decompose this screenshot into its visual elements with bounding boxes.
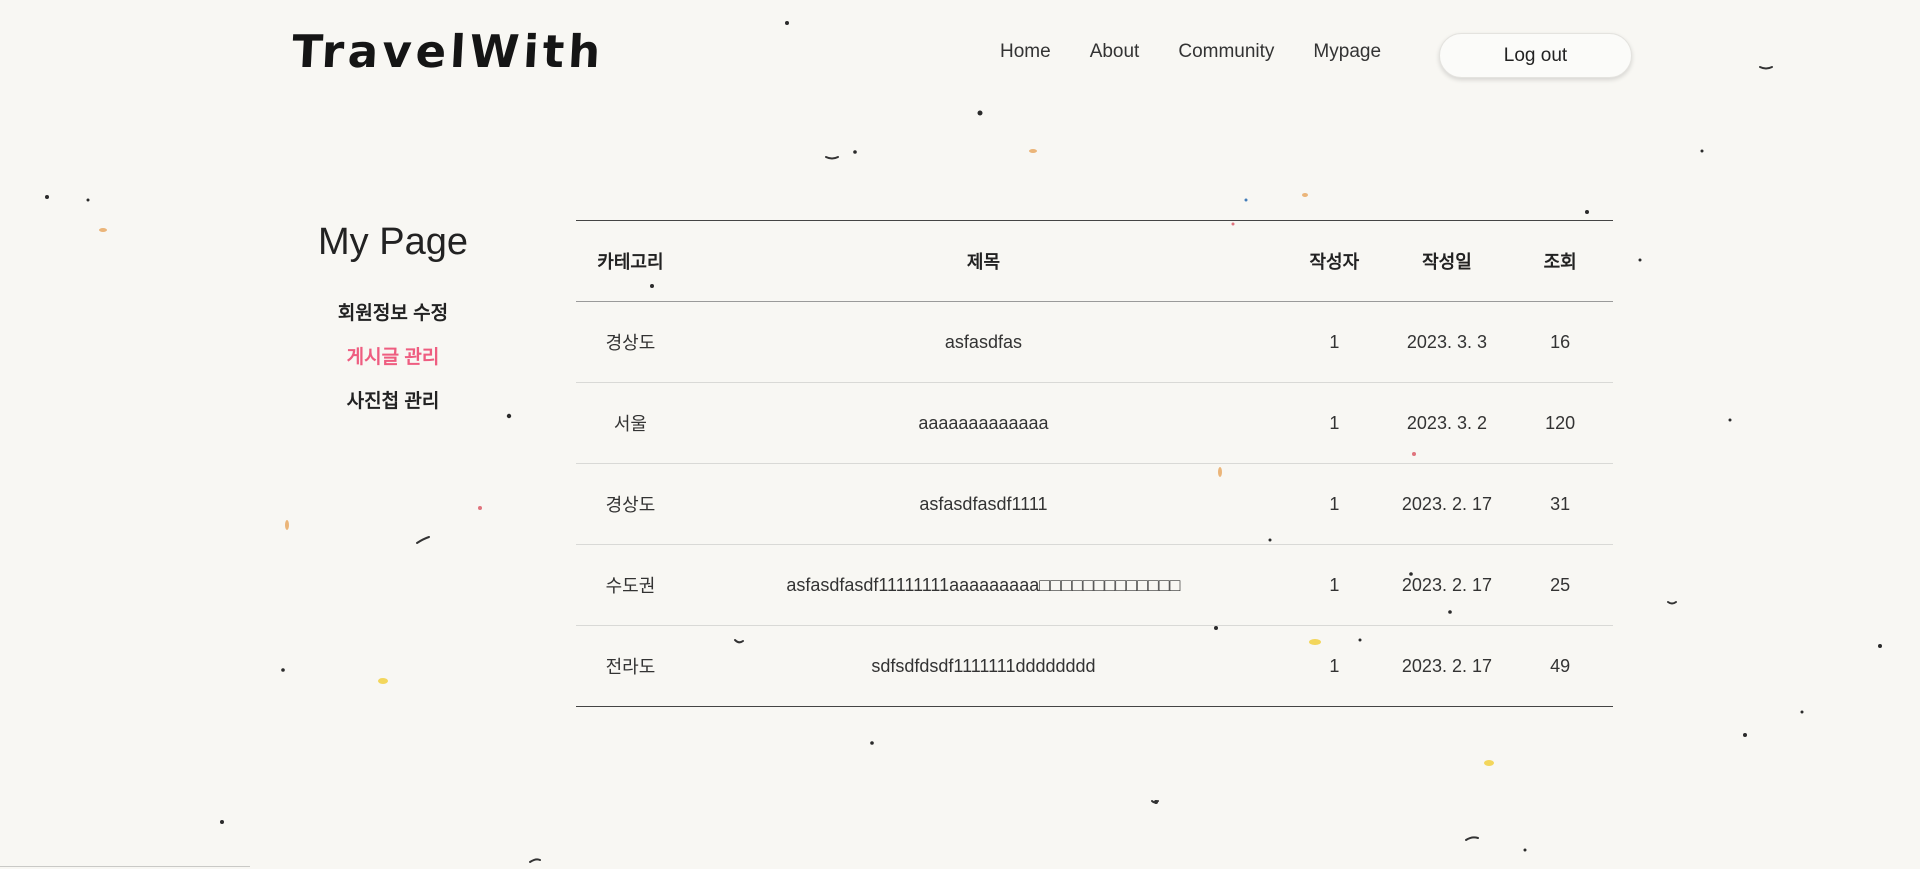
table-row[interactable]: 전라도 sdfsdfdsdf1111111dddddddd 1 2023. 2.… xyxy=(576,626,1613,707)
post-author: 1 xyxy=(1282,463,1387,545)
post-views: 31 xyxy=(1507,463,1613,545)
post-category: 전라도 xyxy=(605,657,656,677)
nav-about[interactable]: About xyxy=(1090,32,1140,72)
column-header-date: 작성일 xyxy=(1386,220,1508,302)
table-row[interactable]: 수도권 asfasdfasdf11111111aaaaaaaaa□□□□□□□□… xyxy=(576,544,1613,626)
nav-home[interactable]: Home xyxy=(1000,32,1051,72)
table-row[interactable]: 경상도 asfasdfasdf1111 1 2023. 2. 17 31 xyxy=(576,463,1613,545)
column-header-title: 제목 xyxy=(684,220,1283,302)
post-title-link[interactable]: sdfsdfdsdf1111111dddddddd xyxy=(685,626,1282,707)
mypage-sidebar: My Page 회원정보 수정 게시글 관리 사진첩 관리 xyxy=(283,218,503,424)
app-logo[interactable]: TravelWith xyxy=(291,25,606,78)
post-views: 25 xyxy=(1507,544,1613,626)
sidebar-item-edit-profile[interactable]: 회원정보 수정 xyxy=(283,292,503,336)
post-title-link[interactable]: asfasdfasdf1111 xyxy=(684,463,1283,545)
post-author: 1 xyxy=(1329,655,1340,676)
post-views: 49 xyxy=(1550,655,1571,676)
post-title-link[interactable]: asfasdfasdf11111111aaaaaaaaa□□□□□□□□□□□□… xyxy=(684,544,1283,626)
column-header-category: 카테고리 xyxy=(576,220,685,302)
column-header-author: 작성자 xyxy=(1282,220,1387,302)
post-author: 1 xyxy=(1282,382,1387,464)
post-category: 경상도 xyxy=(576,463,685,545)
post-date: 2023. 2. 17 xyxy=(1401,655,1492,676)
posts-table: 카테고리 제목 작성자 작성일 조회 경상도 asfasdfas 1 2023.… xyxy=(576,220,1613,707)
post-views: 16 xyxy=(1507,301,1613,383)
page-title: My Page xyxy=(318,221,468,263)
post-category: 서울 xyxy=(576,382,685,464)
post-date: 2023. 2. 17 xyxy=(1386,463,1508,545)
post-category: 수도권 xyxy=(576,544,685,626)
post-views: 120 xyxy=(1507,382,1613,464)
post-author: 1 xyxy=(1282,544,1387,626)
post-title-link[interactable]: asfasdfas xyxy=(684,301,1283,383)
column-header-views: 조회 xyxy=(1507,220,1613,302)
post-title-link[interactable]: aaaaaaaaaaaaa xyxy=(684,382,1283,464)
post-date: 2023. 3. 2 xyxy=(1386,382,1508,464)
table-row[interactable]: 서울 aaaaaaaaaaaaa 1 2023. 3. 2 120 xyxy=(576,382,1613,464)
nav-community[interactable]: Community xyxy=(1178,32,1274,72)
post-author: 1 xyxy=(1282,301,1387,383)
sidebar-item-manage-posts[interactable]: 게시글 관리 xyxy=(283,336,503,380)
post-category: 경상도 xyxy=(576,301,685,383)
logout-button[interactable]: Log out xyxy=(1439,33,1632,78)
main-nav: Home About Community Mypage xyxy=(1000,32,1420,72)
nav-mypage[interactable]: Mypage xyxy=(1313,32,1381,72)
sidebar-item-manage-album[interactable]: 사진첩 관리 xyxy=(283,380,503,424)
post-date: 2023. 2. 17 xyxy=(1386,544,1508,626)
table-header-row: 카테고리 제목 작성자 작성일 조회 xyxy=(576,220,1613,302)
corner-divider xyxy=(0,866,250,867)
table-row[interactable]: 경상도 asfasdfas 1 2023. 3. 3 16 xyxy=(576,301,1613,383)
post-date: 2023. 3. 3 xyxy=(1386,301,1508,383)
